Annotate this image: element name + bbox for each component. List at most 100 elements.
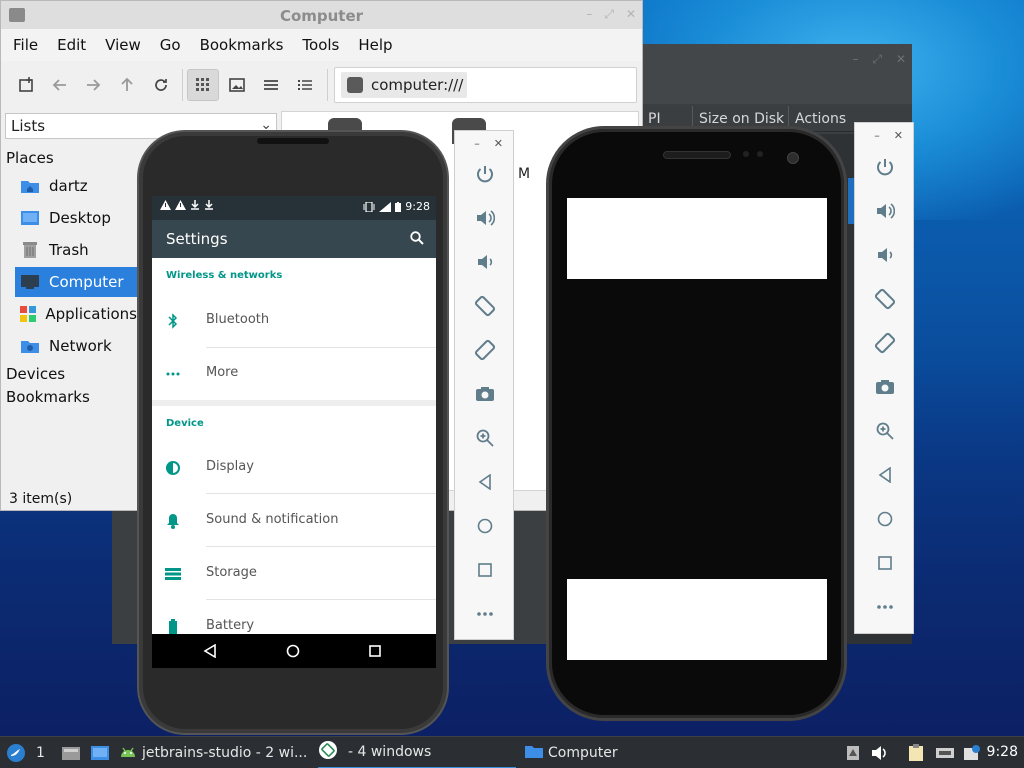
power-icon[interactable] [473,162,497,186]
settings-row-bluetooth[interactable]: Bluetooth [152,294,436,346]
settings-row-storage[interactable]: Storage [152,547,436,599]
camera-icon[interactable] [473,382,497,406]
taskbar: 1 jetbrains-studio - 2 wi... - 4 windows… [0,736,1024,768]
settings-row-sound[interactable]: Sound & notification [152,494,436,546]
sidebar-item-desktop[interactable]: Desktop [15,203,137,233]
battery-status-icon [395,201,402,212]
rotate-right-icon[interactable] [873,331,897,355]
bell-icon [164,512,182,530]
file-manager-launcher-icon[interactable] [61,737,83,768]
minimize-icon[interactable]: – [586,7,592,22]
rotate-left-icon[interactable] [873,287,897,311]
zoom-icon[interactable] [873,419,897,443]
zoom-icon[interactable] [473,426,497,450]
overview-icon[interactable] [367,643,383,659]
icon-view-icon[interactable] [187,69,219,101]
section-wireless: Wireless & networks [166,270,283,281]
places-heading: Places [6,149,54,167]
menu-bookmarks[interactable]: Bookmarks [194,36,290,54]
minimize-icon[interactable]: – [474,137,480,150]
reload-icon[interactable] [145,69,177,101]
phone-screen-top-panel[interactable] [567,198,827,279]
phone-speaker [257,138,329,144]
warning-icon [160,200,171,210]
bookmarks-heading[interactable]: Bookmarks [6,388,90,406]
workspace-switcher[interactable]: 1 [36,737,54,768]
back-arrow-icon[interactable] [44,69,76,101]
file-manager-titlebar[interactable]: Computer – ⤢ ✕ [1,1,642,29]
compact-view-icon[interactable] [255,69,287,101]
up-arrow-icon[interactable] [111,69,143,101]
volume-down-icon[interactable] [873,243,897,267]
settings-row-display[interactable]: Display [152,441,436,493]
volume-down-icon[interactable] [473,250,497,274]
file-label[interactable]: M [518,166,530,182]
menu-go[interactable]: Go [154,36,187,54]
desktop-launcher-icon[interactable] [90,737,112,768]
search-icon[interactable] [410,230,424,249]
thumbnail-view-icon[interactable] [221,69,253,101]
maximize-icon[interactable]: ⤢ [604,7,614,22]
more-icon[interactable] [873,595,897,619]
taskbar-clock[interactable]: 9:28 [987,744,1018,760]
minimize-icon[interactable]: – [874,129,880,142]
close-icon[interactable]: ✕ [494,137,503,150]
close-icon[interactable]: ✕ [626,7,636,22]
overview-icon[interactable] [873,551,897,575]
home-icon[interactable] [473,514,497,538]
applications-icon [19,304,37,324]
camera-icon[interactable] [873,375,897,399]
folder-icon [524,743,544,763]
settings-row-more[interactable]: More [152,347,436,399]
location-chip[interactable]: computer:/// [341,72,467,98]
background-window-controls[interactable]: – ⤢ ✕ [852,52,906,67]
list-view-icon[interactable] [289,69,321,101]
sidebar-item-network[interactable]: Network [15,331,137,361]
settings-app-bar: Settings [152,220,436,258]
new-tab-icon[interactable] [11,69,43,101]
computer-icon [19,272,41,292]
window-controls[interactable]: – ⤢ ✕ [586,7,636,22]
sidebar-item-dartz[interactable]: dartz [15,171,137,201]
desktop-folder-icon [19,208,41,228]
rotate-left-icon[interactable] [473,294,497,318]
clipboard-icon[interactable] [906,744,926,762]
sidebar-item-computer[interactable]: Computer [15,267,137,297]
sidebar-item-applications[interactable]: Applications [15,299,137,329]
notification-icon[interactable] [845,744,861,762]
volume-icon[interactable] [871,744,889,762]
menu-view[interactable]: View [99,36,147,54]
download-icon [205,200,213,210]
rotate-right-icon[interactable] [473,338,497,362]
task-emulator-windows[interactable]: - 4 windows [318,737,516,768]
menu-help[interactable]: Help [352,36,398,54]
location-bar[interactable]: computer:/// [334,67,637,103]
power-icon[interactable] [873,155,897,179]
back-icon[interactable] [473,470,497,494]
back-icon[interactable] [873,463,897,487]
volume-up-icon[interactable] [873,199,897,223]
phone-screen[interactable]: 9:28 Settings Wireless & networks Blueto… [152,196,436,668]
phone-screen-bottom-panel[interactable] [567,579,827,660]
menu-tools[interactable]: Tools [296,36,345,54]
home-icon[interactable] [873,507,897,531]
network-tray-icon[interactable] [935,744,955,762]
start-menu-icon[interactable] [6,737,28,768]
overview-icon[interactable] [473,558,497,582]
phone-clock: 9:28 [405,200,430,213]
menu-edit[interactable]: Edit [51,36,92,54]
home-icon[interactable] [285,643,301,659]
back-icon[interactable] [202,643,218,659]
network-icon [19,336,41,356]
volume-up-icon[interactable] [473,206,497,230]
more-icon[interactable] [473,602,497,626]
sidebar-item-trash[interactable]: Trash [15,235,137,265]
menu-file[interactable]: File [7,36,44,54]
close-icon[interactable]: ✕ [894,129,903,142]
forward-arrow-icon[interactable] [77,69,109,101]
home-folder-icon [19,176,41,196]
task-jetbrains-studio[interactable]: jetbrains-studio - 2 wi... [118,737,312,768]
updates-icon[interactable] [962,744,982,762]
devices-heading[interactable]: Devices [6,365,65,383]
task-computer[interactable]: Computer [524,737,704,768]
